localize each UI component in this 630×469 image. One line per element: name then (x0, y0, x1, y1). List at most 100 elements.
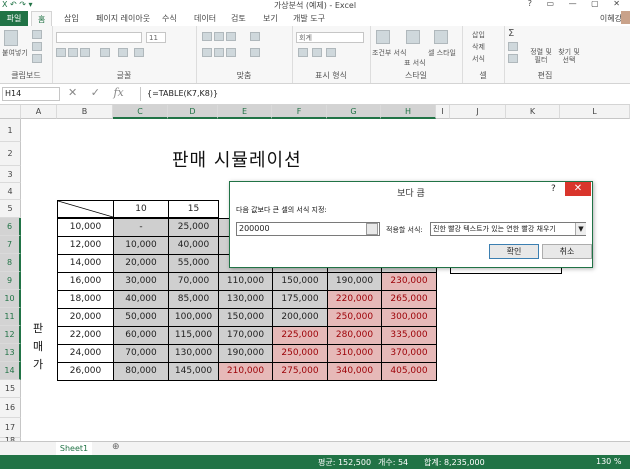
result-cell[interactable]: 70,000 (113, 344, 169, 363)
clear-icon[interactable] (508, 54, 518, 63)
percent-icon[interactable] (312, 48, 322, 57)
currency-icon[interactable] (298, 48, 308, 57)
result-cell[interactable]: 130,000 (168, 344, 219, 363)
tab-data[interactable]: 데이터 (194, 13, 216, 24)
input-value-cell[interactable]: 16,000 (57, 272, 114, 291)
result-cell[interactable]: 40,000 (113, 290, 169, 309)
range-picker-icon[interactable] (366, 223, 378, 235)
result-cell[interactable]: 280,000 (327, 326, 382, 345)
header-value-cell[interactable]: 15 (168, 200, 219, 218)
align-bottom-icon[interactable] (226, 32, 236, 41)
result-cell[interactable]: 275,000 (272, 362, 328, 381)
font-color-icon[interactable] (134, 48, 144, 57)
value-input[interactable]: 200000 (236, 222, 380, 236)
result-cell[interactable]: 230,000 (381, 272, 437, 291)
result-cell[interactable]: 370,000 (381, 344, 437, 363)
delete-cells-button[interactable]: 삭제 (472, 42, 485, 52)
paste-icon[interactable] (4, 30, 18, 46)
name-box[interactable]: H14 (2, 87, 60, 101)
column-header-d[interactable]: D (168, 105, 218, 119)
tab-insert[interactable]: 삽입 (64, 13, 79, 24)
result-cell[interactable]: 20,000 (113, 254, 169, 273)
row-header-17[interactable]: 17 (0, 418, 21, 438)
zoom-level[interactable]: 130 % (596, 457, 621, 466)
result-cell[interactable]: 265,000 (381, 290, 437, 309)
wrap-text-icon[interactable] (250, 32, 260, 41)
result-cell[interactable]: 190,000 (327, 272, 382, 291)
format-painter-icon[interactable] (32, 54, 42, 63)
result-cell[interactable]: 85,000 (168, 290, 219, 309)
user-name[interactable]: 이혜강 (600, 13, 622, 24)
tab-home[interactable]: 홈 (31, 11, 53, 27)
result-cell[interactable]: 310,000 (327, 344, 382, 363)
ok-button[interactable]: 확인 (489, 244, 539, 259)
result-cell[interactable]: 80,000 (113, 362, 169, 381)
input-value-cell[interactable]: 24,000 (57, 344, 114, 363)
input-value-cell[interactable]: 22,000 (57, 326, 114, 345)
sort-filter-button[interactable]: 정렬 및 필터 (528, 48, 554, 64)
input-value-cell[interactable]: 12,000 (57, 236, 114, 255)
result-cell[interactable]: 30,000 (113, 272, 169, 291)
column-header-f[interactable]: F (272, 105, 327, 119)
input-value-cell[interactable]: 10,000 (57, 218, 114, 237)
input-value-cell[interactable]: 18,000 (57, 290, 114, 309)
row-header-4[interactable]: 4 (0, 183, 21, 200)
row-header-7[interactable]: 7 (0, 236, 21, 254)
result-cell[interactable]: 50,000 (113, 308, 169, 327)
italic-icon[interactable] (68, 48, 78, 57)
result-cell[interactable]: 130,000 (218, 290, 273, 309)
input-value-cell[interactable]: 14,000 (57, 254, 114, 273)
result-cell[interactable]: 150,000 (272, 272, 328, 291)
help-icon[interactable]: ? (551, 184, 556, 194)
format-select[interactable]: 진한 빨강 텍스트가 있는 연한 빨강 채우기 (430, 222, 586, 236)
result-cell[interactable]: 225,000 (272, 326, 328, 345)
comma-icon[interactable] (326, 48, 336, 57)
chevron-down-icon[interactable]: ▼ (575, 223, 586, 235)
result-cell[interactable]: 210,000 (218, 362, 273, 381)
result-cell[interactable]: 55,000 (168, 254, 219, 273)
insert-cells-button[interactable]: 삽입 (472, 30, 485, 40)
tab-formulas[interactable]: 수식 (162, 13, 177, 24)
row-header-10[interactable]: 10 (0, 290, 21, 308)
column-header-j[interactable]: J (450, 105, 506, 119)
column-header-e[interactable]: E (218, 105, 272, 119)
cut-icon[interactable] (32, 30, 42, 39)
column-header-k[interactable]: K (506, 105, 560, 119)
align-top-icon[interactable] (202, 32, 212, 41)
align-right-icon[interactable] (226, 48, 236, 57)
row-header-8[interactable]: 8 (0, 254, 21, 272)
column-header-c[interactable]: C (113, 105, 168, 119)
font-name-box[interactable] (56, 32, 142, 43)
select-all-corner[interactable] (0, 105, 21, 119)
diagonal-header-cell[interactable] (57, 200, 114, 218)
avatar[interactable] (621, 11, 630, 24)
font-size-box[interactable]: 11 (146, 32, 166, 43)
conditional-format-icon[interactable] (376, 30, 390, 44)
add-sheet-icon[interactable]: ⊕ (112, 442, 120, 452)
column-header-h[interactable]: H (381, 105, 436, 119)
row-header-1[interactable]: 1 (0, 119, 21, 142)
tab-file[interactable]: 파일 (0, 11, 28, 26)
result-cell[interactable]: 110,000 (218, 272, 273, 291)
result-cell[interactable]: 115,000 (168, 326, 219, 345)
result-cell[interactable]: 10,000 (113, 236, 169, 255)
result-cell[interactable]: 100,000 (168, 308, 219, 327)
row-header-9[interactable]: 9 (0, 272, 21, 290)
autosum-icon[interactable]: Σ (508, 28, 514, 39)
row-header-3[interactable]: 3 (0, 166, 21, 183)
row-header-13[interactable]: 13 (0, 344, 21, 362)
window-controls[interactable]: ? ▭ — ▢ ✕ (528, 0, 626, 8)
result-cell[interactable]: 220,000 (327, 290, 382, 309)
result-cell[interactable]: 70,000 (168, 272, 219, 291)
merge-center-icon[interactable] (250, 48, 260, 57)
result-cell[interactable]: 145,000 (168, 362, 219, 381)
input-value-cell[interactable]: 26,000 (57, 362, 114, 381)
column-header-i[interactable]: I (436, 105, 450, 119)
row-header-2[interactable]: 2 (0, 142, 21, 166)
row-header-12[interactable]: 12 (0, 326, 21, 344)
find-select-button[interactable]: 찾기 및 선택 (556, 48, 582, 64)
underline-icon[interactable] (80, 48, 90, 57)
result-cell[interactable]: 250,000 (272, 344, 328, 363)
row-header-6[interactable]: 6 (0, 218, 21, 236)
column-header-a[interactable]: A (21, 105, 57, 119)
